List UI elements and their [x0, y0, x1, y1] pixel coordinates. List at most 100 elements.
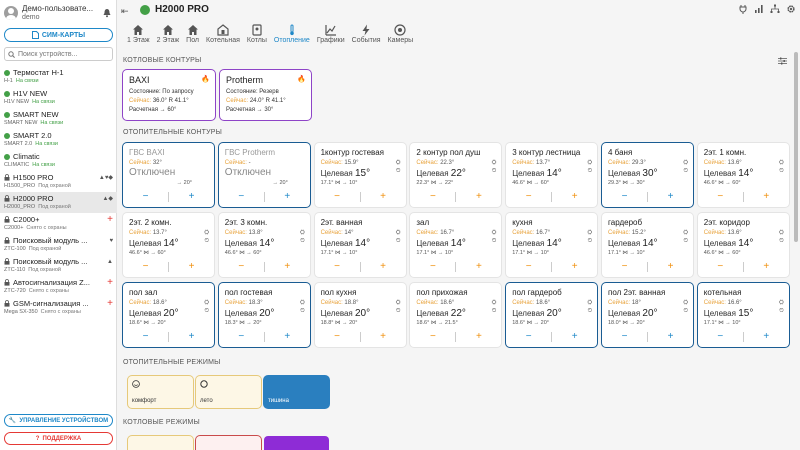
decrease-temp-button[interactable]: − [315, 261, 360, 273]
increase-temp-button[interactable]: + [456, 261, 501, 273]
device-item[interactable]: SMART 2.0 SMART 2.0 На связи [0, 129, 117, 150]
boiler-mode-card[interactable] [128, 436, 193, 450]
tab-floor-2[interactable]: 2 Этаж [155, 24, 182, 44]
filter-settings-icon[interactable] [778, 57, 787, 65]
heating-mode-comfort[interactable]: комфорт [128, 376, 193, 408]
heating-circuit-card[interactable]: 2эт. 1 комн. ⛭ ⏲ Сейчас: 13.6° Целевая 14° 46… [697, 143, 789, 207]
decrease-temp-button[interactable]: − [602, 331, 647, 343]
decrease-temp-button[interactable]: − [698, 191, 743, 203]
increase-temp-button[interactable]: + [744, 331, 789, 343]
increase-temp-button[interactable]: + [169, 261, 214, 273]
heating-circuit-card[interactable]: пол зал ⛭ ⏲ Сейчас: 18.6° Целевая 20° 18.6° ⋈… [123, 283, 214, 347]
decrease-temp-button[interactable]: − [506, 261, 551, 273]
increase-temp-button[interactable]: + [648, 331, 693, 343]
increase-temp-button[interactable]: + [265, 331, 310, 343]
decrease-temp-button[interactable]: − [698, 261, 743, 273]
device-item-selected[interactable]: H2000 PRO ▲◆ H2000_PRO Под охраной [0, 192, 117, 213]
plug-icon[interactable] [738, 4, 748, 14]
increase-temp-button[interactable]: + [361, 331, 406, 343]
boiler-mode-card[interactable] [264, 436, 329, 450]
heating-mode-silence[interactable]: тишина [264, 376, 329, 408]
device-item[interactable]: Термостат Н-1 H-1 На связи [0, 66, 117, 87]
increase-temp-button[interactable]: + [744, 261, 789, 273]
decrease-temp-button[interactable]: − [219, 191, 264, 203]
search-input[interactable] [18, 50, 108, 58]
bell-icon[interactable] [102, 8, 112, 18]
decrease-temp-button[interactable]: − [410, 331, 455, 343]
decrease-temp-button[interactable]: − [219, 331, 264, 343]
scrollbar[interactable] [794, 52, 798, 242]
heating-circuit-card[interactable]: 2эт. 3 комн. ⛭ ⏲ Сейчас: 13.8° Целевая 14° 46… [218, 213, 310, 277]
heating-circuit-card[interactable]: ГВС Protherm Сейчас: - Отключен → 20° − + [218, 143, 310, 207]
decrease-temp-button[interactable]: − [602, 191, 647, 203]
heating-circuit-card[interactable]: 2эт. коридор ⛭ ⏲ Сейчас: 13.6° Целевая 14° 46… [697, 213, 789, 277]
network-icon[interactable] [770, 4, 780, 14]
decrease-temp-button[interactable]: − [410, 191, 455, 203]
heating-circuit-card[interactable]: зал ⛭ ⏲ Сейчас: 16.7° Целевая 14° 17.1° ⋈ → 1… [410, 213, 502, 277]
device-item[interactable]: C2000+ + C2000+ Снято с охраны [0, 213, 117, 234]
heating-circuit-card[interactable]: гардероб ⛭ ⏲ Сейчас: 15.2° Целевая 14° 17.1° … [602, 213, 693, 277]
device-item[interactable]: Поисковый модуль ... ▲ ZTC-110 Под охраной [0, 255, 117, 276]
heating-circuit-card[interactable]: 3 контур лестница ⛭ ⏲ Сейчас: 13.7° Целевая … [506, 143, 598, 207]
heating-circuit-card[interactable]: 4 баня ⛭ ⏲ Сейчас: 29.3° Целевая 30° 29.3° ⋈ … [602, 143, 693, 207]
increase-temp-button[interactable]: + [456, 331, 501, 343]
increase-temp-button[interactable]: + [552, 261, 597, 273]
signal-icon[interactable] [754, 4, 764, 14]
increase-temp-button[interactable]: + [361, 191, 406, 203]
increase-temp-button[interactable]: + [265, 191, 310, 203]
increase-temp-button[interactable]: + [648, 261, 693, 273]
decrease-temp-button[interactable]: − [602, 261, 647, 273]
increase-temp-button[interactable]: + [456, 191, 501, 203]
user-panel[interactable]: Демо-пользовате... demo [0, 0, 116, 26]
heating-circuit-card[interactable]: 2эт. ванная ⛭ ⏲ Сейчас: 14° Целевая 14° 17.1°… [314, 213, 406, 277]
decrease-temp-button[interactable]: − [315, 191, 360, 203]
boiler-mode-card[interactable] [196, 436, 261, 450]
heating-circuit-card[interactable]: ГВС BAXI Сейчас: 32° Отключен → 20° − + [123, 143, 214, 207]
device-item[interactable]: Поисковый модуль ... ♥ ZTC-100 Под охраной [0, 234, 117, 255]
decrease-temp-button[interactable]: − [123, 261, 168, 273]
device-item[interactable]: H1500 PRO ▲♥◆ H1500_PRO Под охраной [0, 171, 117, 192]
tab-floor[interactable]: Пол [184, 24, 201, 44]
decrease-temp-button[interactable]: − [315, 331, 360, 343]
heating-circuit-card[interactable]: кухня ⛭ ⏲ Сейчас: 16.7° Целевая 14° 17.1° ⋈ →… [506, 213, 598, 277]
heating-circuit-card[interactable]: 2эт. 2 комн. ⛭ ⏲ Сейчас: 13.7° Целевая 14° 46… [123, 213, 214, 277]
increase-temp-button[interactable]: + [169, 331, 214, 343]
heating-circuit-card[interactable]: пол 2эт. ванная ⛭ ⏲ Сейчас: 18° Целевая 20° 1… [602, 283, 693, 347]
tab-charts[interactable]: Графики [315, 24, 347, 44]
increase-temp-button[interactable]: + [265, 261, 310, 273]
heating-circuit-card[interactable]: пол прихожая ⛭ ⏲ Сейчас: 18.6° Целевая 22° 18… [410, 283, 502, 347]
decrease-temp-button[interactable]: − [698, 331, 743, 343]
tab-cameras[interactable]: Камеры [386, 24, 416, 44]
heating-circuit-card[interactable]: пол гардероб ⛭ ⏲ Сейчас: 18.6° Целевая 20° 18… [506, 283, 598, 347]
heating-circuit-card[interactable]: пол кухня ⛭ ⏲ Сейчас: 18.8° Целевая 20° 18.8°… [314, 283, 406, 347]
device-item[interactable]: SMART NEW SMART NEW На связи [0, 108, 117, 129]
tab-events[interactable]: События [350, 24, 383, 44]
increase-temp-button[interactable]: + [552, 331, 597, 343]
tab-heating[interactable]: Отопление [272, 24, 312, 44]
heating-circuit-card[interactable]: пол гостевая ⛭ ⏲ Сейчас: 18.3° Целевая 20° 18… [218, 283, 310, 347]
device-item[interactable]: GSM-сигнализация ... + Mega SX-350 Снято с… [0, 297, 117, 318]
heating-mode-summer[interactable]: лето [196, 376, 261, 408]
tab-floor-1[interactable]: 1 Этаж [125, 24, 152, 44]
device-management-button[interactable]: 🔧 УПРАВЛЕНИЕ УСТРОЙСТВОМ [4, 414, 113, 427]
decrease-temp-button[interactable]: − [219, 261, 264, 273]
decrease-temp-button[interactable]: − [123, 331, 168, 343]
increase-temp-button[interactable]: + [744, 191, 789, 203]
device-item[interactable]: Автосигнализация Z... + ZTC-720 Снято с ох… [0, 276, 117, 297]
device-item[interactable]: H1V NEW H1V NEW На связи [0, 87, 117, 108]
collapse-sidebar-icon[interactable]: ⇤ [121, 6, 129, 17]
increase-temp-button[interactable]: + [169, 191, 214, 203]
increase-temp-button[interactable]: + [361, 261, 406, 273]
sim-cards-button[interactable]: СИМ-КАРТЫ [4, 28, 113, 42]
heating-circuit-card[interactable]: 2 контур пол душ ⛭ ⏲ Сейчас: 22.3° Целевая 2… [410, 143, 502, 207]
decrease-temp-button[interactable]: − [506, 191, 551, 203]
increase-temp-button[interactable]: + [552, 191, 597, 203]
support-button[interactable]: ? ПОДДЕРЖКА [4, 432, 113, 445]
device-item[interactable]: Climatic CLIMATIC На связи [0, 150, 117, 171]
settings-gear-icon[interactable] [786, 4, 796, 14]
boiler-card[interactable]: BAXI 🔥 Состояние: По запросу Сейчас: 36.… [123, 70, 215, 120]
decrease-temp-button[interactable]: − [123, 191, 168, 203]
heating-circuit-card[interactable]: котельная ⛭ ⏲ Сейчас: 16.6° Целевая 15° 17.1°… [697, 283, 789, 347]
decrease-temp-button[interactable]: − [506, 331, 551, 343]
tab-boiler-room[interactable]: Котельная [204, 24, 242, 44]
